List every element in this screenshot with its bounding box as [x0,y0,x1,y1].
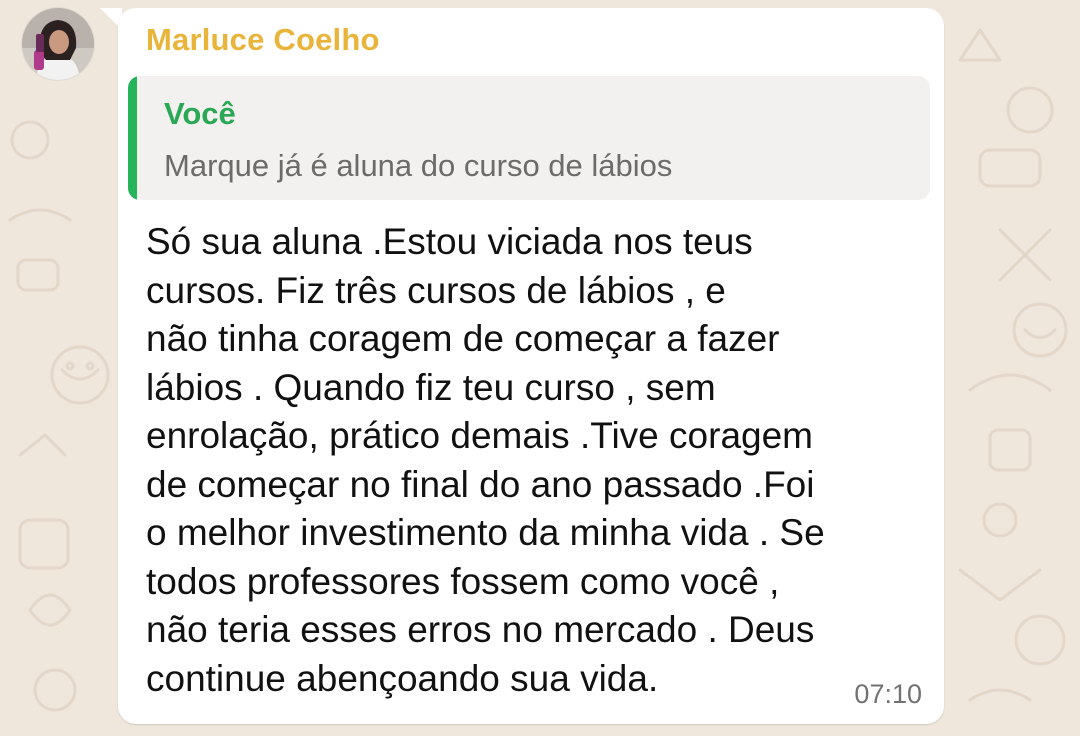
profile-photo-icon [22,8,94,80]
sender-name[interactable]: Marluce Coelho [146,22,380,58]
quoted-text: Marque já é aluna do curso de lábios [164,148,673,183]
message-text: Só sua aluna .Estou viciada nos teus cur… [146,221,825,699]
avatar[interactable] [22,8,94,80]
quoted-author: Você [164,96,236,131]
message-bubble[interactable]: Marluce Coelho Você Marque já é aluna do… [118,8,944,724]
quote-accent-bar [128,76,137,200]
message-time: 07:10 [854,679,922,709]
quoted-message[interactable]: Você Marque já é aluna do curso de lábio… [128,76,930,200]
